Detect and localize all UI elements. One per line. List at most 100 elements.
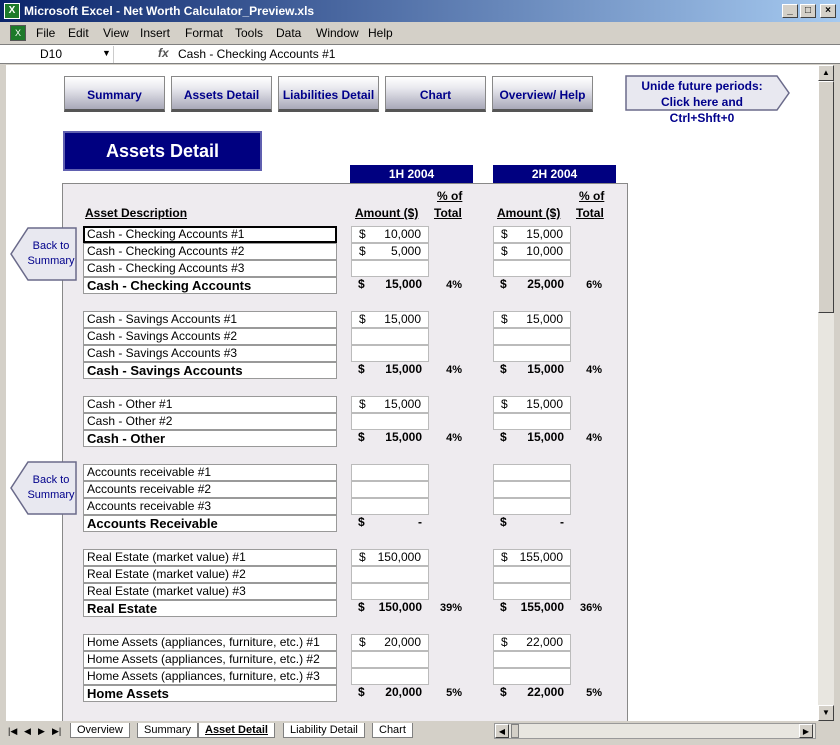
amount-cell-1[interactable] (351, 498, 429, 515)
asset-description-cell[interactable]: Real Estate (market value) #1 (83, 549, 337, 566)
vertical-scrollbar[interactable]: ▲ ▼ (818, 65, 834, 721)
asset-description-cell[interactable]: Cash - Checking Accounts #2 (83, 243, 337, 260)
menu-window[interactable]: Window (316, 26, 359, 40)
asset-description-cell[interactable]: Home Assets (appliances, furniture, etc.… (83, 651, 337, 668)
next-sheet-icon[interactable]: ▶ (38, 726, 45, 737)
amount-cell-1[interactable] (351, 668, 429, 685)
amount-cell-1[interactable] (351, 260, 429, 277)
asset-description-cell[interactable]: Cash - Savings Accounts #1 (83, 311, 337, 328)
amount-cell-1[interactable]: $15,000 (351, 311, 429, 328)
tab-summary[interactable]: Summary (137, 723, 199, 738)
back-to-summary-button-2[interactable]: Back to Summary (10, 461, 78, 515)
menu-data[interactable]: Data (276, 26, 301, 40)
minimize-button[interactable]: _ (782, 4, 798, 18)
asset-description-cell[interactable]: Real Estate (market value) #2 (83, 566, 337, 583)
asset-description-cell[interactable]: Real Estate (market value) #3 (83, 583, 337, 600)
tab-chart[interactable]: Chart (372, 723, 413, 738)
menu-insert[interactable]: Insert (140, 26, 170, 40)
asset-description-cell[interactable]: Cash - Other #1 (83, 396, 337, 413)
amount-cell-1[interactable]: $15,000 (351, 396, 429, 413)
menu-tools[interactable]: Tools (235, 26, 263, 40)
close-button[interactable]: × (820, 4, 836, 18)
amount-cell-1[interactable] (351, 328, 429, 345)
asset-description-cell[interactable]: Cash - Other #2 (83, 413, 337, 430)
tab-overview[interactable]: Overview (70, 723, 130, 738)
tab-liability-detail[interactable]: Liability Detail (283, 723, 365, 738)
amount-cell-1[interactable] (351, 651, 429, 668)
unhide-periods-button[interactable]: Unide future periods: Click here and Ctr… (625, 75, 791, 125)
amount-cell-1[interactable] (351, 413, 429, 430)
horizontal-scroll-thumb[interactable] (511, 724, 519, 738)
nav-chart-button[interactable]: Chart (385, 76, 486, 112)
asset-description-cell[interactable]: Accounts receivable #3 (83, 498, 337, 515)
asset-description-cell[interactable]: Cash - Checking Accounts #3 (83, 260, 337, 277)
asset-description-cell[interactable]: Accounts receivable #1 (83, 464, 337, 481)
amount-cell-2[interactable] (493, 413, 571, 430)
formula-input[interactable]: Cash - Checking Accounts #1 (178, 46, 335, 62)
prev-sheet-icon[interactable]: ◀ (24, 726, 31, 737)
horizontal-scrollbar[interactable]: ◀ ▶ (494, 723, 816, 739)
nav-liabilities-detail-button[interactable]: Liabilities Detail (278, 76, 379, 112)
asset-total-label[interactable]: Home Assets (83, 685, 337, 702)
workbook-icon[interactable]: X (10, 25, 26, 41)
amount-cell-1[interactable] (351, 464, 429, 481)
menu-format[interactable]: Format (185, 26, 223, 40)
scroll-down-icon[interactable]: ▼ (818, 705, 834, 721)
scroll-right-icon[interactable]: ▶ (799, 724, 813, 738)
amount-cell-1[interactable] (351, 345, 429, 362)
asset-description-cell[interactable]: Cash - Savings Accounts #2 (83, 328, 337, 345)
amount-cell-1[interactable] (351, 583, 429, 600)
amount-cell-2[interactable] (493, 260, 571, 277)
amount-cell-1[interactable]: $10,000 (351, 226, 429, 243)
worksheet[interactable]: Summary Assets Detail Liabilities Detail… (6, 65, 818, 721)
last-sheet-icon[interactable]: ▶| (52, 726, 61, 737)
asset-description-cell[interactable]: Accounts receivable #2 (83, 481, 337, 498)
amount-cell-2[interactable] (493, 668, 571, 685)
amount-cell-1[interactable] (351, 566, 429, 583)
menu-help[interactable]: Help (368, 26, 393, 40)
nav-summary-button[interactable]: Summary (64, 76, 165, 112)
amount-cell-2[interactable] (493, 583, 571, 600)
scroll-up-icon[interactable]: ▲ (818, 65, 834, 81)
amount-cell-2[interactable]: $15,000 (493, 226, 571, 243)
amount-cell-1[interactable]: $5,000 (351, 243, 429, 260)
menu-view[interactable]: View (103, 26, 129, 40)
amount-cell-2[interactable]: $15,000 (493, 396, 571, 413)
amount-cell-2[interactable] (493, 464, 571, 481)
amount-cell-2[interactable]: $155,000 (493, 549, 571, 566)
amount-cell-2[interactable]: $10,000 (493, 243, 571, 260)
asset-total-label[interactable]: Cash - Checking Accounts (83, 277, 337, 294)
first-sheet-icon[interactable]: |◀ (8, 726, 17, 737)
asset-total-label[interactable]: Cash - Savings Accounts (83, 362, 337, 379)
amount-cell-2[interactable]: $15,000 (493, 311, 571, 328)
amount-cell-1[interactable] (351, 481, 429, 498)
amount-cell-1[interactable]: $150,000 (351, 549, 429, 566)
menu-edit[interactable]: Edit (68, 26, 89, 40)
amount-cell-2[interactable] (493, 345, 571, 362)
nav-assets-detail-button[interactable]: Assets Detail (171, 76, 272, 112)
amount-cell-2[interactable] (493, 651, 571, 668)
back-to-summary-button[interactable]: Back to Summary (10, 227, 78, 281)
amount-cell-2[interactable] (493, 481, 571, 498)
asset-description-cell[interactable]: Cash - Checking Accounts #1 (83, 226, 337, 243)
name-box-dropdown-icon[interactable]: ▼ (102, 48, 111, 58)
menu-file[interactable]: File (36, 26, 55, 40)
name-box[interactable]: D10 (6, 46, 114, 63)
amount-cell-2[interactable] (493, 498, 571, 515)
asset-description-cell[interactable]: Home Assets (appliances, furniture, etc.… (83, 634, 337, 651)
maximize-button[interactable]: □ (800, 4, 816, 18)
asset-description-cell[interactable]: Home Assets (appliances, furniture, etc.… (83, 668, 337, 685)
tab-asset-detail[interactable]: Asset Detail (198, 723, 275, 738)
scroll-left-icon[interactable]: ◀ (495, 724, 509, 738)
amount-cell-1[interactable]: $20,000 (351, 634, 429, 651)
amount-cell-2[interactable] (493, 328, 571, 345)
amount-cell-2[interactable] (493, 566, 571, 583)
asset-total-label[interactable]: Real Estate (83, 600, 337, 617)
vertical-scroll-thumb[interactable] (818, 81, 834, 313)
amount-cell-2[interactable]: $22,000 (493, 634, 571, 651)
fx-icon[interactable]: fx (158, 46, 169, 60)
nav-overview-help-button[interactable]: Overview/ Help (492, 76, 593, 112)
asset-description-cell[interactable]: Cash - Savings Accounts #3 (83, 345, 337, 362)
asset-total-label[interactable]: Accounts Receivable (83, 515, 337, 532)
asset-total-label[interactable]: Cash - Other (83, 430, 337, 447)
